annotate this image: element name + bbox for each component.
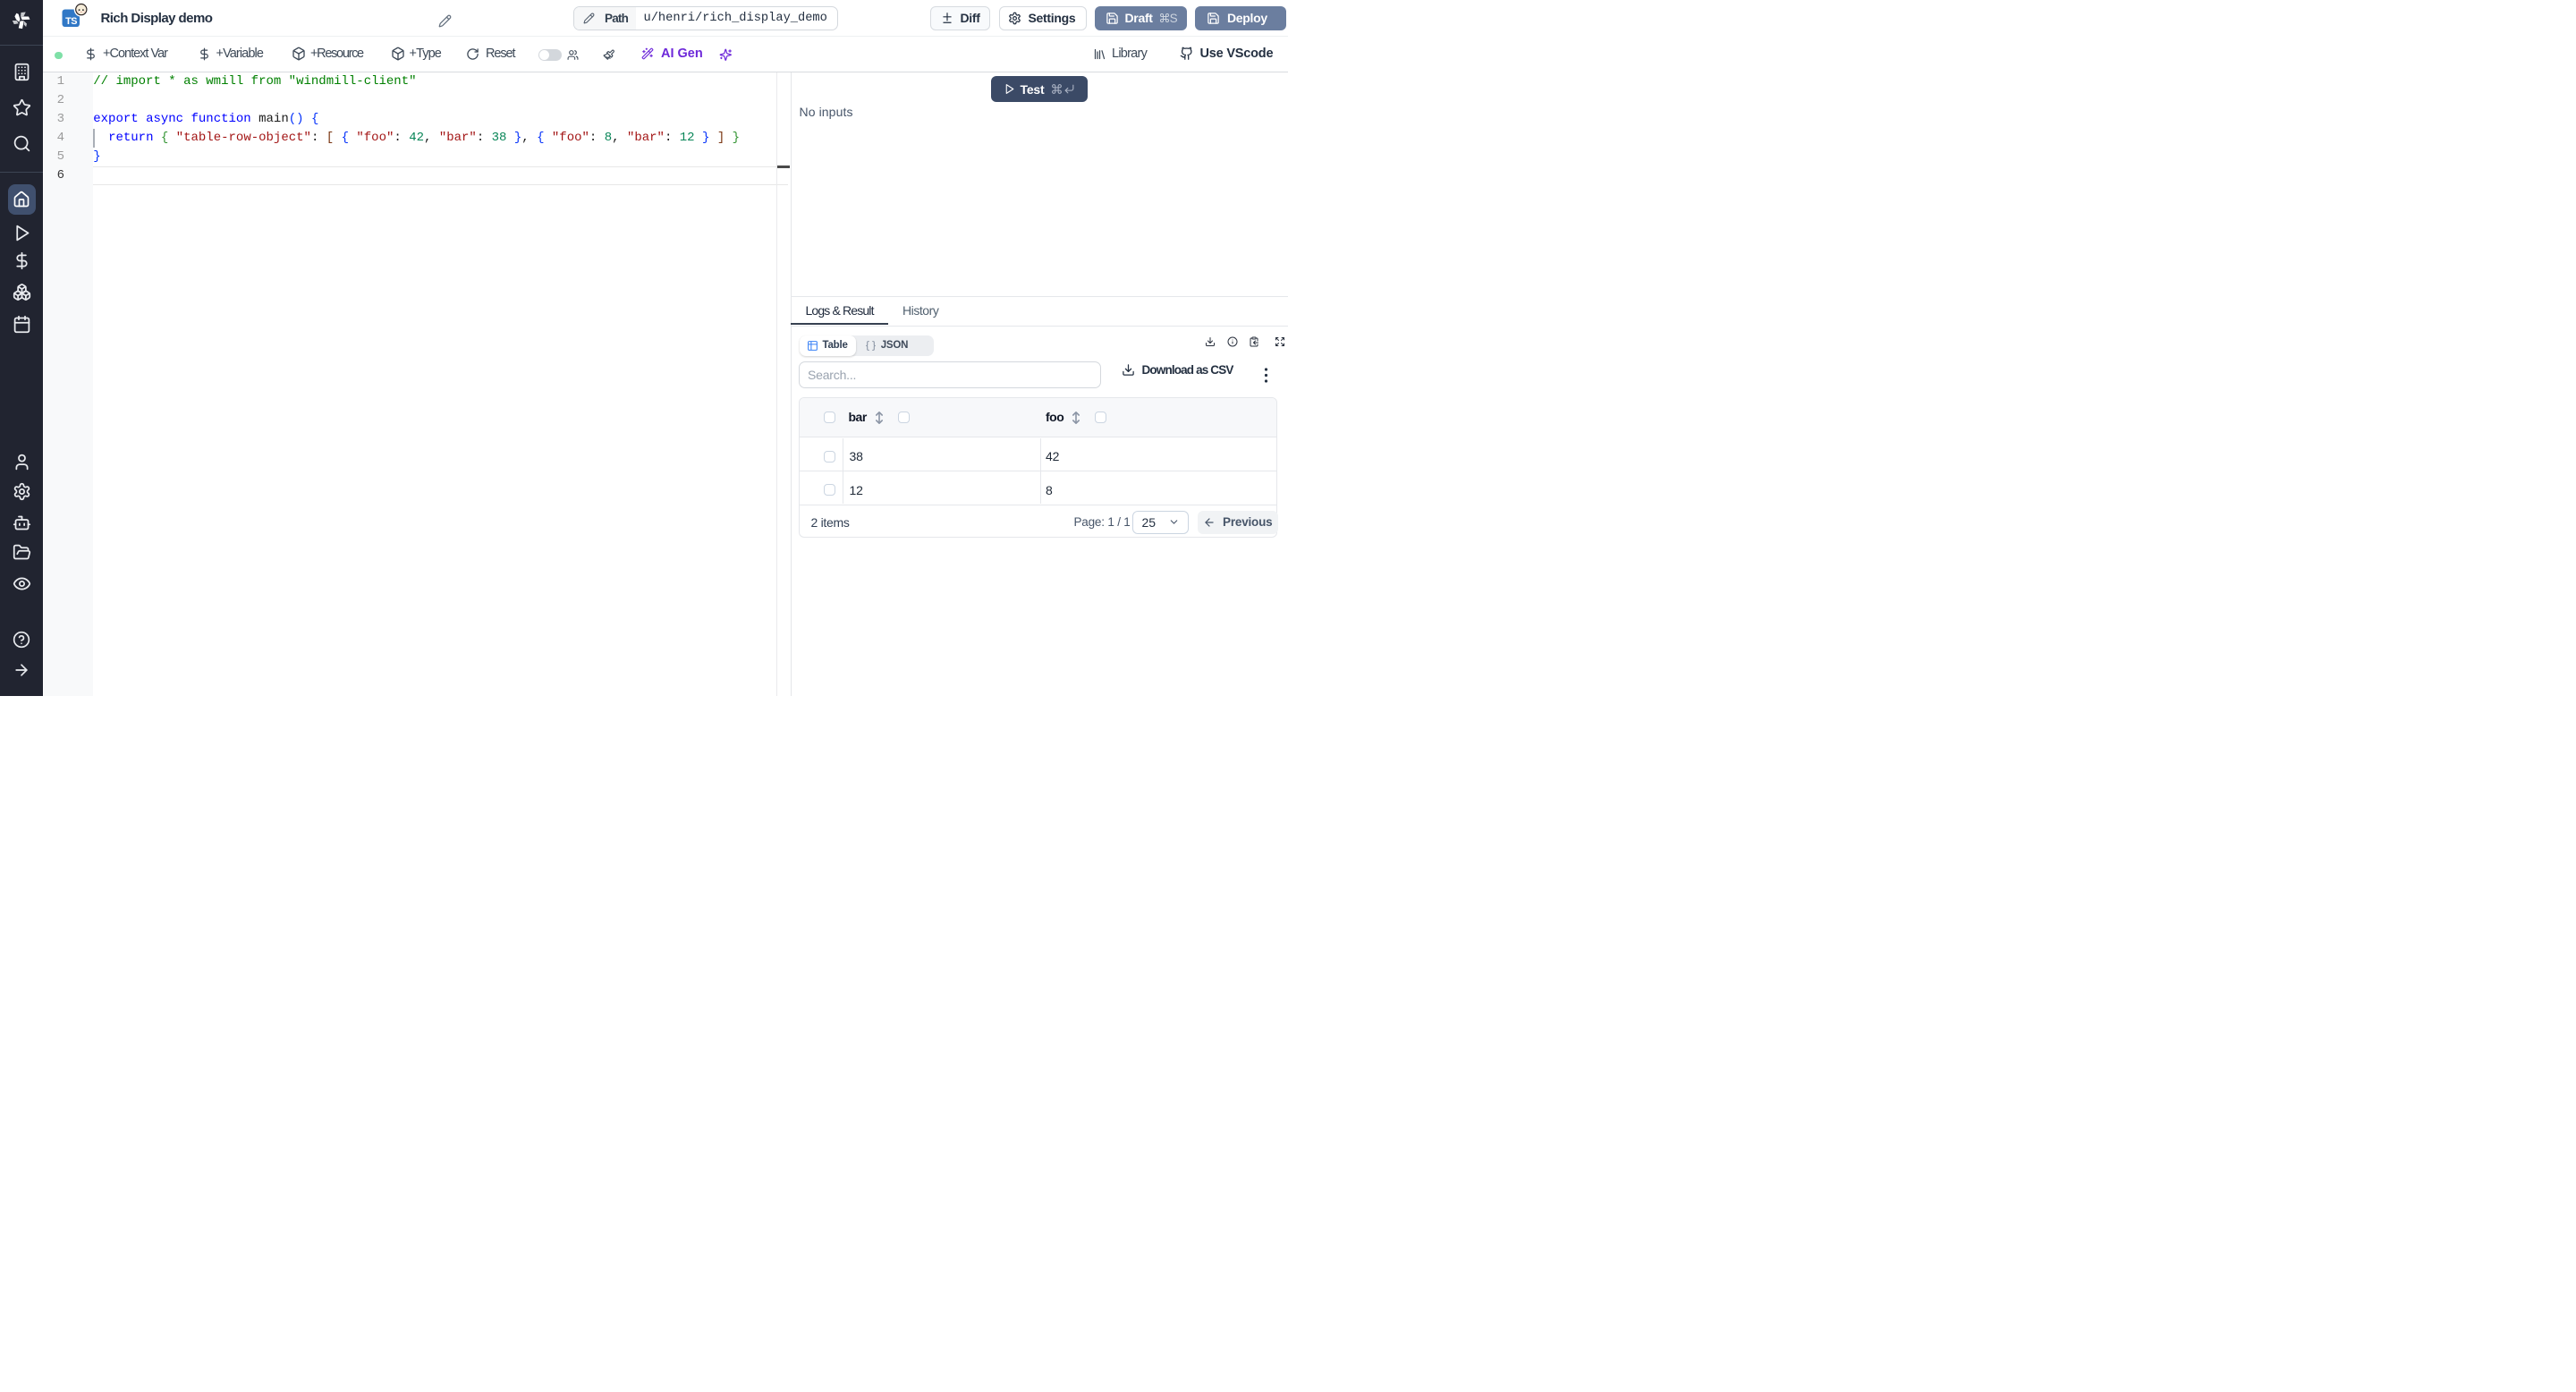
svg-text:TS: TS xyxy=(65,16,77,27)
